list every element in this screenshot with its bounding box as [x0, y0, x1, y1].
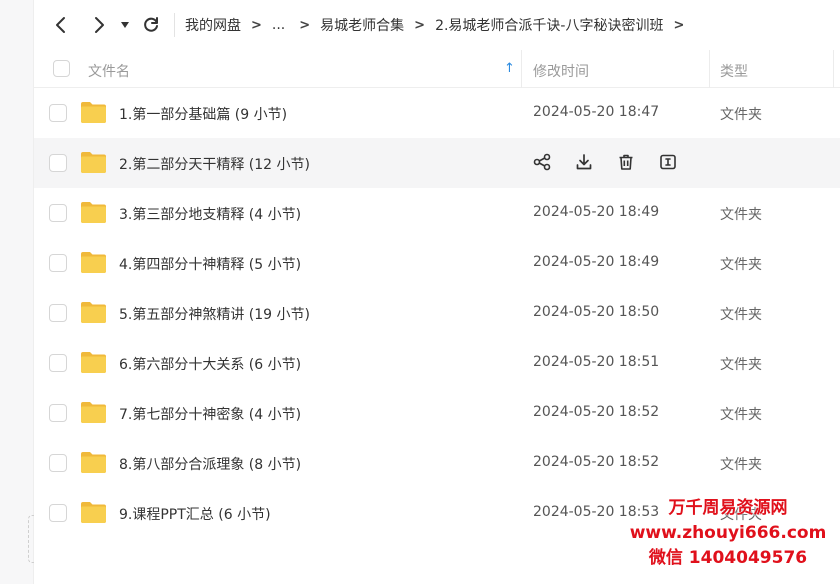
- delete-button[interactable]: [615, 151, 637, 173]
- watermark-line-site: 万千周易资源网: [668, 498, 788, 518]
- back-button[interactable]: [44, 8, 78, 42]
- row-checkbox[interactable]: [49, 104, 67, 122]
- rename-button[interactable]: [657, 151, 679, 173]
- chevron-left-icon: [56, 17, 65, 33]
- file-name[interactable]: 8.第八部分合派理象 (8 小节): [119, 454, 301, 474]
- file-name[interactable]: 2.第二部分天干精释 (12 小节): [119, 154, 310, 174]
- file-row[interactable]: 5.第五部分神煞精讲 (19 小节) 2024-05-20 18:50 文件夹: [34, 288, 840, 338]
- row-checkbox[interactable]: [49, 404, 67, 422]
- file-row[interactable]: 1.第一部分基础篇 (9 小节) 2024-05-20 18:47 文件夹: [34, 88, 840, 138]
- folder-icon: [80, 300, 107, 324]
- file-type: 文件夹: [720, 457, 762, 473]
- caret-down-icon: [121, 22, 129, 28]
- column-divider[interactable]: [833, 50, 834, 88]
- forward-button[interactable]: [82, 8, 116, 42]
- breadcrumb: 我的网盘 > ... > 易城老师合集 > 2.易城老师合派千诀-八字秘诀密训班…: [185, 15, 694, 35]
- column-divider[interactable]: [709, 50, 710, 88]
- file-type: 文件夹: [720, 407, 762, 423]
- breadcrumb-item-collapsed[interactable]: ...: [272, 17, 285, 33]
- watermark-line-url: www.zhouyi666.com: [629, 523, 827, 543]
- modified-time: 2024-05-20 18:50: [533, 304, 660, 320]
- folder-icon: [80, 250, 107, 274]
- refresh-button[interactable]: [134, 8, 168, 42]
- breadcrumb-item-current[interactable]: 2.易城老师合派千诀-八字秘诀密训班: [435, 15, 663, 35]
- history-dropdown-button[interactable]: [116, 8, 134, 42]
- breadcrumb-item-collection[interactable]: 易城老师合集: [320, 15, 404, 35]
- folder-icon: [80, 400, 107, 424]
- file-name[interactable]: 6.第六部分十大关系 (6 小节): [119, 354, 301, 374]
- folder-icon: [80, 350, 107, 374]
- breadcrumb-separator: >: [673, 17, 685, 33]
- file-type: 文件夹: [720, 357, 762, 373]
- folder-icon: [80, 200, 107, 224]
- sort-ascending-icon[interactable]: ↑: [504, 61, 515, 76]
- navigation-bar: 我的网盘 > ... > 易城老师合集 > 2.易城老师合派千诀-八字秘诀密训班…: [34, 0, 840, 50]
- file-row[interactable]: 6.第六部分十大关系 (6 小节) 2024-05-20 18:51 文件夹: [34, 338, 840, 388]
- row-checkbox[interactable]: [49, 154, 67, 172]
- file-type: 文件夹: [720, 257, 762, 273]
- modified-time: 2024-05-20 18:52: [533, 404, 660, 420]
- file-name[interactable]: 9.课程PPT汇总 (6 小节): [119, 504, 271, 524]
- file-name[interactable]: 3.第三部分地支精释 (4 小节): [119, 204, 301, 224]
- row-checkbox[interactable]: [49, 354, 67, 372]
- folder-icon: [80, 500, 107, 524]
- row-actions: [531, 151, 699, 173]
- folder-icon: [80, 100, 107, 124]
- file-row[interactable]: 7.第七部分十神密象 (4 小节) 2024-05-20 18:52 文件夹: [34, 388, 840, 438]
- breadcrumb-item-root[interactable]: 我的网盘: [185, 15, 241, 35]
- refresh-icon: [144, 17, 158, 32]
- file-name[interactable]: 4.第四部分十神精释 (5 小节): [119, 254, 301, 274]
- watermark-line-contact: 微信 1404049576: [648, 548, 808, 568]
- file-list: 1.第一部分基础篇 (9 小节) 2024-05-20 18:47 文件夹 2.第二部…: [34, 88, 840, 538]
- row-checkbox[interactable]: [49, 204, 67, 222]
- file-list-header: 文件名 ↑ 修改时间 类型: [34, 50, 840, 88]
- watermark: 万千周易资源网 www.zhouyi666.com 微信 1404049576: [628, 496, 828, 571]
- delete-icon: [617, 153, 635, 171]
- folder-icon: [80, 150, 107, 174]
- breadcrumb-separator: >: [299, 17, 311, 33]
- row-checkbox[interactable]: [49, 254, 67, 272]
- file-row[interactable]: 8.第八部分合派理象 (8 小节) 2024-05-20 18:52 文件夹: [34, 438, 840, 488]
- row-checkbox[interactable]: [49, 304, 67, 322]
- select-all-checkbox[interactable]: [53, 60, 70, 77]
- share-button[interactable]: [531, 151, 553, 173]
- file-type: 文件夹: [720, 307, 762, 323]
- left-panel-edge: [0, 0, 34, 584]
- column-divider[interactable]: [521, 50, 522, 88]
- folder-icon: [80, 450, 107, 474]
- column-header-modified-time[interactable]: 修改时间: [533, 61, 589, 81]
- file-name[interactable]: 7.第七部分十神密象 (4 小节): [119, 404, 301, 424]
- modified-time: 2024-05-20 18:51: [533, 354, 660, 370]
- modified-time: 2024-05-20 18:49: [533, 204, 660, 220]
- download-button[interactable]: [573, 151, 595, 173]
- column-header-name[interactable]: 文件名: [88, 61, 130, 81]
- rename-icon: [659, 153, 677, 171]
- breadcrumb-separator: >: [414, 17, 426, 33]
- file-name[interactable]: 1.第一部分基础篇 (9 小节): [119, 104, 287, 124]
- modified-time: 2024-05-20 18:52: [533, 454, 660, 470]
- modified-time: 2024-05-20 18:49: [533, 254, 660, 270]
- file-row[interactable]: 4.第四部分十神精释 (5 小节) 2024-05-20 18:49 文件夹: [34, 238, 840, 288]
- file-row[interactable]: 2.第二部分天干精释 (12 小节): [34, 138, 840, 188]
- file-type: 文件夹: [720, 107, 762, 123]
- breadcrumb-separator: >: [251, 17, 262, 33]
- share-icon: [533, 153, 551, 171]
- row-checkbox[interactable]: [49, 504, 67, 522]
- column-header-type[interactable]: 类型: [720, 61, 748, 81]
- file-row[interactable]: 3.第三部分地支精释 (4 小节) 2024-05-20 18:49 文件夹: [34, 188, 840, 238]
- row-checkbox[interactable]: [49, 454, 67, 472]
- breadcrumb-divider: [174, 13, 175, 37]
- file-name[interactable]: 5.第五部分神煞精讲 (19 小节): [119, 304, 310, 324]
- chevron-right-icon: [95, 17, 104, 33]
- download-icon: [575, 153, 593, 171]
- modified-time: 2024-05-20 18:47: [533, 104, 660, 120]
- file-type: 文件夹: [720, 207, 762, 223]
